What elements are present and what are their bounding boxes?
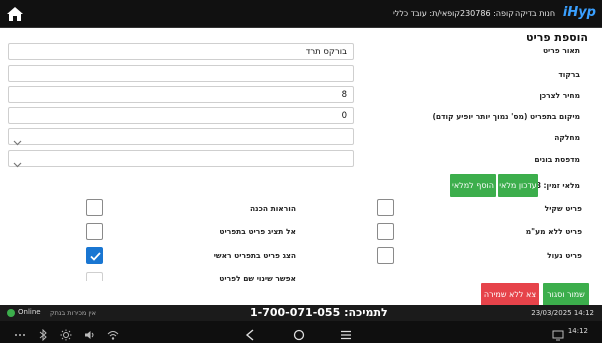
chevron-down-icon bbox=[13, 132, 22, 146]
cashier-label: קופאי/ת: עובד כללי bbox=[393, 9, 461, 18]
checkmark-icon bbox=[90, 252, 101, 261]
department-label: מחלקה bbox=[554, 133, 580, 142]
screen-icon bbox=[552, 326, 564, 343]
prep-instructions-checkbox[interactable] bbox=[86, 199, 103, 216]
status-bar: Online אין מכירות בנתק לתמיכה: 1-700-071… bbox=[0, 305, 602, 321]
top-bar: קופאי/ת: עובד כללי קופה: 230786 חנות בדי… bbox=[0, 0, 602, 28]
pos-label: קופה: 230786 bbox=[460, 9, 514, 18]
store-label: חנות בדיקה bbox=[515, 9, 556, 18]
chevron-down-icon bbox=[13, 154, 22, 168]
hide-in-menu-label: אל תציג פריט בתפריט bbox=[219, 227, 296, 236]
back-icon[interactable] bbox=[245, 326, 255, 343]
no-vat-label: פריט ללא מע"מ bbox=[525, 227, 582, 236]
kitchen-printer-label: מדפסת בונים bbox=[534, 155, 580, 164]
main-menu-checkbox[interactable] bbox=[86, 247, 103, 264]
status-datetime: 23/03/2025 14:12 bbox=[531, 309, 594, 317]
home-icon[interactable] bbox=[6, 6, 24, 22]
offline-sales-note: אין מכירות בנתק bbox=[50, 309, 96, 317]
home-circle-icon[interactable] bbox=[293, 326, 305, 343]
volume-icon[interactable] bbox=[84, 326, 96, 343]
support-phone: לתמיכה: 1-700-071-055 bbox=[250, 306, 388, 319]
price-input[interactable]: 8 bbox=[8, 86, 354, 103]
bluetooth-icon[interactable] bbox=[38, 326, 48, 343]
hide-in-menu-checkbox[interactable] bbox=[86, 223, 103, 240]
exit-no-save-button[interactable]: צא ללא שמירה bbox=[481, 283, 539, 306]
position-input[interactable]: 0 bbox=[8, 107, 354, 124]
allow-rename-label: אפשר שינוי שם לפריט bbox=[219, 274, 296, 283]
update-stock-button[interactable]: עדכון מלאי bbox=[498, 174, 538, 197]
app-logo: iHyp bbox=[562, 5, 596, 20]
page-title: הוספת פריט bbox=[526, 31, 588, 44]
prep-instructions-label: הוראות הכנה bbox=[250, 204, 296, 213]
brightness-icon[interactable] bbox=[60, 326, 72, 343]
description-label: תאור פריט bbox=[542, 46, 580, 55]
locked-label: פריט נעול bbox=[547, 251, 582, 260]
recents-icon[interactable] bbox=[340, 326, 352, 343]
add-stock-button[interactable]: הוסף למלאי bbox=[450, 174, 496, 197]
online-status: Online bbox=[18, 308, 41, 316]
stock-label: מלאי זמין: 8- bbox=[533, 181, 580, 190]
position-label: מיקום בתפריט (מס' נמוך יותר יופיע קודם) bbox=[432, 112, 580, 121]
save-close-button[interactable]: שמור וסגור bbox=[543, 283, 589, 306]
weighted-label: פריט שקיל bbox=[544, 204, 582, 213]
main-menu-label: הצג פריט בתפריט ראשי bbox=[213, 251, 296, 260]
no-vat-checkbox[interactable] bbox=[377, 223, 394, 240]
allow-rename-checkbox[interactable] bbox=[86, 272, 103, 281]
barcode-input[interactable] bbox=[8, 65, 354, 82]
locked-checkbox[interactable] bbox=[377, 247, 394, 264]
barcode-label: ברקוד bbox=[558, 70, 580, 79]
description-input[interactable]: בורקס תרד bbox=[8, 43, 354, 60]
system-clock: 14:12 bbox=[567, 327, 588, 335]
more-icon[interactable] bbox=[14, 326, 26, 343]
online-indicator-icon bbox=[7, 309, 15, 317]
department-select[interactable] bbox=[8, 128, 354, 146]
system-nav-bar: 14:12 bbox=[0, 321, 602, 343]
kitchen-printer-select[interactable] bbox=[8, 150, 354, 168]
weighted-checkbox[interactable] bbox=[377, 199, 394, 216]
wifi-icon[interactable] bbox=[107, 326, 119, 343]
price-label: מחיר לצרכן bbox=[539, 91, 580, 100]
